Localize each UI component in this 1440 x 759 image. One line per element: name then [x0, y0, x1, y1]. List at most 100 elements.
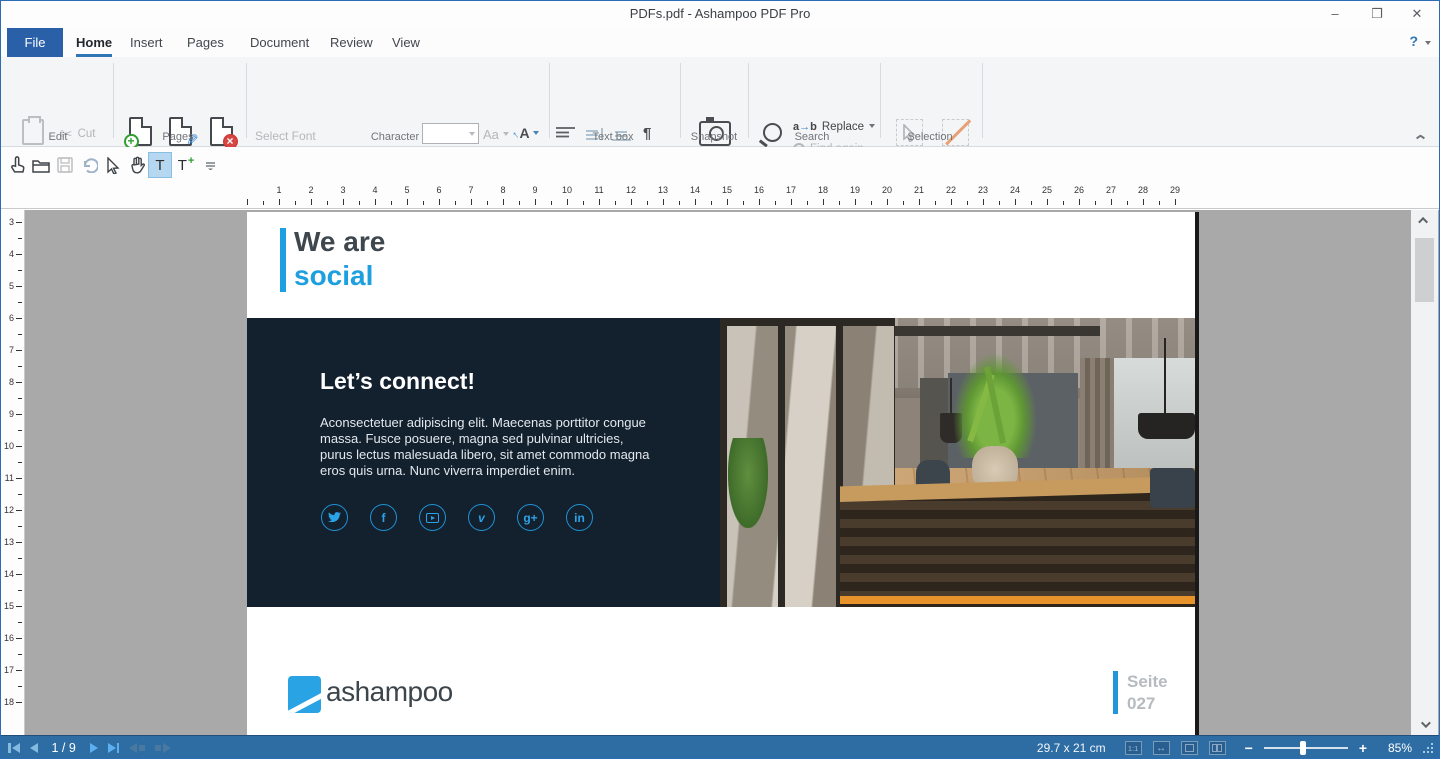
scroll-down-icon[interactable]	[1411, 716, 1438, 733]
fit-width-icon[interactable]: ↔	[1153, 741, 1170, 755]
page-indicator: 1 / 9	[52, 741, 76, 755]
ruler-tick	[487, 201, 488, 205]
pan-hand-tool[interactable]	[125, 152, 149, 178]
help-dropdown-caret[interactable]	[1425, 41, 1431, 48]
history-forward-button[interactable]	[155, 743, 171, 753]
ruler-tick	[887, 199, 888, 205]
ruler-tick	[439, 199, 440, 205]
ribbon-tab-bar: File Home Insert Pages Document Review V…	[0, 28, 1440, 57]
ruler-number: 23	[978, 185, 988, 195]
facing-pages-icon[interactable]	[1209, 741, 1226, 755]
next-page-button[interactable]	[90, 743, 98, 753]
pdf-page[interactable]: We are social Let’s connect! Aconsectetu…	[247, 212, 1195, 735]
vertical-ruler[interactable]: 3456789101112131415161718	[0, 210, 25, 735]
undo-icon[interactable]	[77, 152, 101, 178]
collapse-ribbon-button[interactable]	[1416, 134, 1426, 140]
text-select-tool[interactable]: T	[148, 152, 172, 178]
last-page-button[interactable]	[108, 743, 120, 753]
ruler-tick	[247, 199, 248, 205]
snapshot-group-label: Snapshot	[676, 131, 752, 143]
text-orientation-button[interactable]: A	[513, 125, 539, 141]
ruler-tick	[983, 199, 984, 205]
headline-accent-bar	[280, 228, 286, 292]
ruler-tick	[519, 201, 520, 205]
scrollbar-thumb[interactable]	[1415, 238, 1434, 302]
previous-page-button[interactable]	[30, 743, 38, 753]
add-text-tool[interactable]: T +	[174, 152, 198, 178]
tab-file[interactable]: File	[7, 28, 63, 57]
ruler-tick	[16, 702, 22, 703]
ruler-number: 14	[4, 569, 14, 579]
help-icon[interactable]: ?	[1409, 33, 1418, 49]
ruler-number: 4	[9, 249, 14, 259]
ruler-tick	[1175, 199, 1176, 205]
history-back-button[interactable]	[129, 743, 145, 753]
horizontal-ruler[interactable]: 1234567891011121314151617181920212223242…	[0, 183, 1440, 209]
ruler-number: 10	[4, 441, 14, 451]
ruler-tick	[807, 201, 808, 205]
font-size-caret[interactable]	[469, 132, 475, 139]
vertical-scrollbar[interactable]	[1411, 210, 1438, 735]
first-page-button[interactable]	[8, 743, 20, 753]
change-case-button[interactable]: Aa	[483, 127, 509, 142]
ruler-tick	[16, 446, 22, 447]
edit-group-label: Edit	[20, 131, 96, 143]
ruler-tick	[615, 201, 616, 205]
ruler-number: 5	[9, 281, 14, 291]
ruler-tick	[16, 542, 22, 543]
zoom-out-button[interactable]: −	[1245, 740, 1253, 756]
tab-document[interactable]: Document	[240, 28, 319, 57]
page-number-label: Seite 027	[1127, 671, 1168, 715]
ruler-tick	[647, 201, 648, 205]
tab-view[interactable]: View	[382, 28, 430, 57]
touch-select-tool[interactable]	[5, 152, 29, 178]
status-bar: 1 / 9 29.7 x 21 cm 1:1 ↔ − + 85%	[0, 735, 1440, 759]
tab-home[interactable]: Home	[66, 28, 122, 57]
ruler-number: 11	[594, 185, 603, 195]
ruler-tick	[16, 222, 22, 223]
select-cursor-tool[interactable]	[101, 152, 125, 178]
ruler-tick	[935, 201, 936, 205]
scroll-up-icon[interactable]	[1411, 212, 1438, 229]
orientation-caret	[533, 131, 539, 138]
tab-insert[interactable]: Insert	[120, 28, 173, 57]
ruler-tick	[1031, 201, 1032, 205]
ruler-tick	[16, 478, 22, 479]
tab-pages[interactable]: Pages	[177, 28, 234, 57]
ruler-number: 16	[754, 185, 764, 195]
ruler-tick	[839, 201, 840, 205]
maximize-button[interactable]: ❒	[1360, 0, 1394, 27]
office-photo	[720, 318, 1195, 607]
vimeo-icon: v	[468, 504, 495, 531]
ruler-number: 7	[9, 345, 14, 355]
close-button[interactable]: ✕	[1400, 0, 1434, 27]
ruler-tick	[903, 201, 904, 205]
ruler-tick	[999, 201, 1000, 205]
ruler-tick	[18, 302, 22, 303]
toolbar-options-icon[interactable]	[198, 152, 222, 178]
ruler-tick	[391, 201, 392, 205]
ruler-number: 21	[914, 185, 924, 195]
zoom-slider-handle[interactable]	[1300, 741, 1306, 755]
fit-page-icon[interactable]	[1181, 741, 1198, 755]
ruler-number: 19	[850, 185, 860, 195]
resize-grip[interactable]	[1423, 743, 1434, 754]
open-file-icon[interactable]	[29, 152, 53, 178]
zoom-slider[interactable]	[1264, 747, 1348, 749]
headline-line1: We are	[294, 226, 385, 258]
quick-toolbar: T T +	[0, 147, 1440, 183]
actual-size-icon[interactable]: 1:1	[1125, 741, 1142, 755]
ruler-tick	[16, 286, 22, 287]
ruler-number: 14	[690, 185, 700, 195]
ruler-tick	[1047, 199, 1048, 205]
zoom-in-button[interactable]: +	[1359, 740, 1367, 756]
ruler-tick	[263, 201, 264, 205]
ruler-number: 17	[786, 185, 796, 195]
minimize-button[interactable]: –	[1318, 0, 1352, 27]
tab-review[interactable]: Review	[320, 28, 383, 57]
document-canvas[interactable]: We are social Let’s connect! Aconsectetu…	[0, 210, 1440, 735]
align-text-top-icon[interactable]	[556, 127, 575, 141]
save-icon[interactable]	[53, 152, 77, 178]
ruler-tick	[1159, 201, 1160, 205]
ruler-tick	[871, 201, 872, 205]
